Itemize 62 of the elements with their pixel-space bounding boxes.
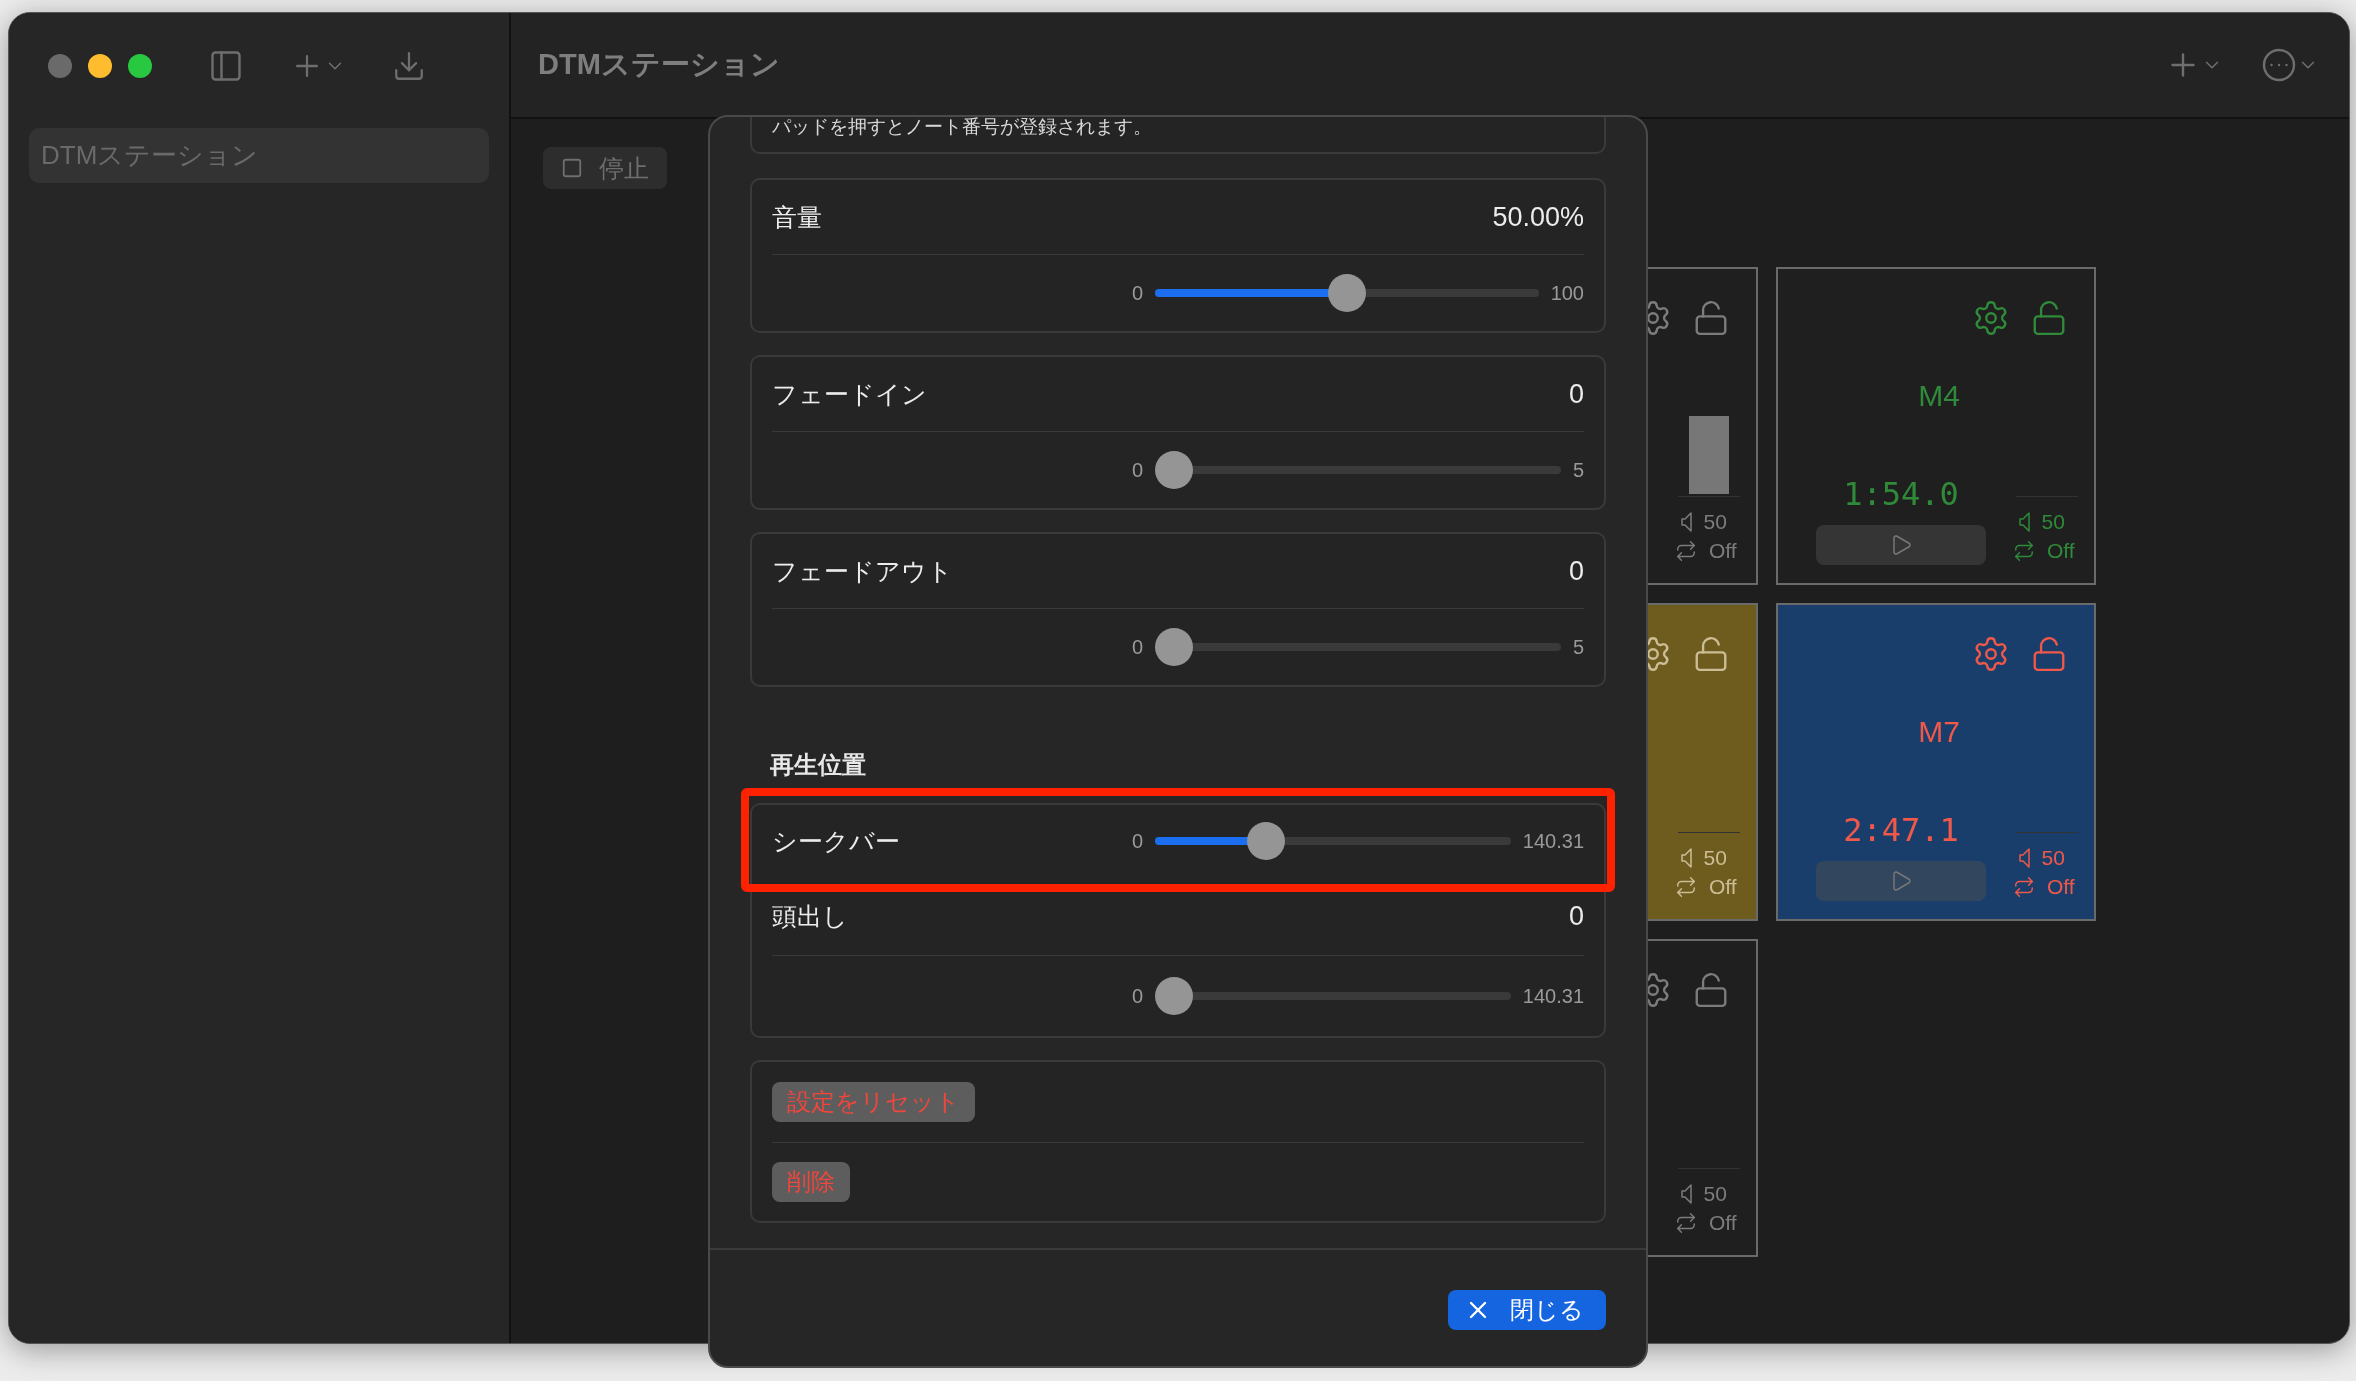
reset-settings-button[interactable]: 設定をリセット <box>772 1082 975 1122</box>
stop-button[interactable]: 停止 <box>543 147 667 189</box>
setting-label: フェードアウト <box>772 555 953 587</box>
repeat-icon <box>2013 875 2035 898</box>
pad-card[interactable]: M7 2:47.1 50 Off <box>1776 603 2096 921</box>
loop-value: Off <box>1709 874 1738 899</box>
setting-value: 0 <box>1568 900 1584 932</box>
volume-value: 50 <box>2041 509 2066 534</box>
setting-value: 50.00% <box>1492 201 1584 233</box>
loop-value: Off <box>1709 538 1738 563</box>
loop-value: Off <box>1709 1210 1738 1235</box>
note-text: パッドを押すとノート番号が登録されます。 <box>772 117 1153 137</box>
delete-button[interactable]: 削除 <box>772 1162 850 1202</box>
slider-max-label: 100 <box>1550 281 1584 305</box>
more-options-icon[interactable] <box>2261 47 2297 83</box>
maximize-window-button[interactable] <box>128 53 152 78</box>
slider-thumb[interactable] <box>1155 628 1194 666</box>
setting-value: 0 <box>1568 378 1584 410</box>
speaker-icon <box>2018 511 2030 532</box>
speaker-icon <box>1680 511 1692 532</box>
setting-label: フェードイン <box>772 378 927 410</box>
pad-name: M7 <box>1917 715 1961 750</box>
pad-time: 2:47.1 <box>1843 811 1959 849</box>
slider-min-label: 0 <box>1132 281 1144 305</box>
slider-min-label: 0 <box>1132 829 1144 853</box>
square-icon <box>561 157 583 179</box>
slider-max-label: 140.31 <box>1522 984 1584 1008</box>
slider-thumb[interactable] <box>1155 451 1194 489</box>
speaker-icon <box>1680 1183 1692 1204</box>
pad-time: 1:54.0 <box>1843 475 1959 513</box>
slider-min-label: 0 <box>1132 458 1144 482</box>
pad-card[interactable]: M4 1:54.0 50 Off <box>1776 267 2096 585</box>
setting-label: 音量 <box>772 201 822 233</box>
volume-value: 50 <box>1703 845 1728 870</box>
slider-max-label: 5 <box>1572 635 1584 659</box>
repeat-icon <box>1675 1211 1697 1234</box>
speaker-icon <box>2018 847 2030 868</box>
speaker-icon <box>1680 847 1692 868</box>
minimize-window-button[interactable] <box>88 53 112 78</box>
close-window-button[interactable] <box>48 53 72 78</box>
slider-thumb[interactable] <box>1155 977 1194 1015</box>
slider-min-label: 0 <box>1132 635 1144 659</box>
slider-thumb[interactable] <box>1327 274 1366 312</box>
setting-label: シークバー <box>772 825 900 857</box>
slider-min-label: 0 <box>1132 984 1144 1008</box>
setting-label: 頭出し <box>772 900 848 932</box>
section-heading: 再生位置 <box>770 750 867 780</box>
loop-value: Off <box>2047 874 2076 899</box>
setting-value: 0 <box>1568 555 1584 587</box>
slider-max-label: 5 <box>1572 458 1584 482</box>
repeat-icon <box>2013 539 2035 562</box>
slider-max-label: 140.31 <box>1522 829 1584 853</box>
repeat-icon <box>1675 539 1697 562</box>
slider-thumb[interactable] <box>1247 822 1286 860</box>
volume-value: 50 <box>1703 1181 1728 1206</box>
repeat-icon <box>1675 875 1697 898</box>
loop-value: Off <box>2047 538 2076 563</box>
window-title: DTMステーション <box>538 47 781 82</box>
close-button[interactable]: 閉じる <box>1448 1290 1606 1330</box>
pad-name: M4 <box>1917 379 1961 414</box>
volume-value: 50 <box>2041 845 2066 870</box>
volume-value: 50 <box>1703 509 1728 534</box>
